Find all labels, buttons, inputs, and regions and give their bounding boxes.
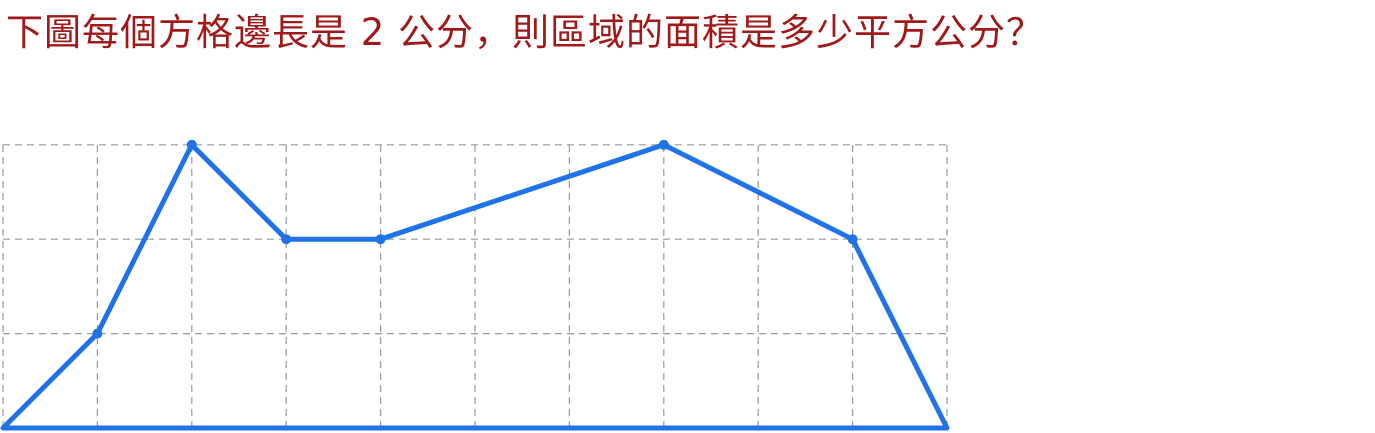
vertex-dot (375, 234, 386, 245)
grid-figure (0, 139, 950, 431)
vertex-dot (658, 139, 669, 150)
vertex-dot (281, 234, 292, 245)
vertex-dot (92, 328, 103, 339)
vertex-dot (186, 139, 197, 150)
dashed-grid (2, 144, 948, 429)
vertex-dot (847, 234, 858, 245)
